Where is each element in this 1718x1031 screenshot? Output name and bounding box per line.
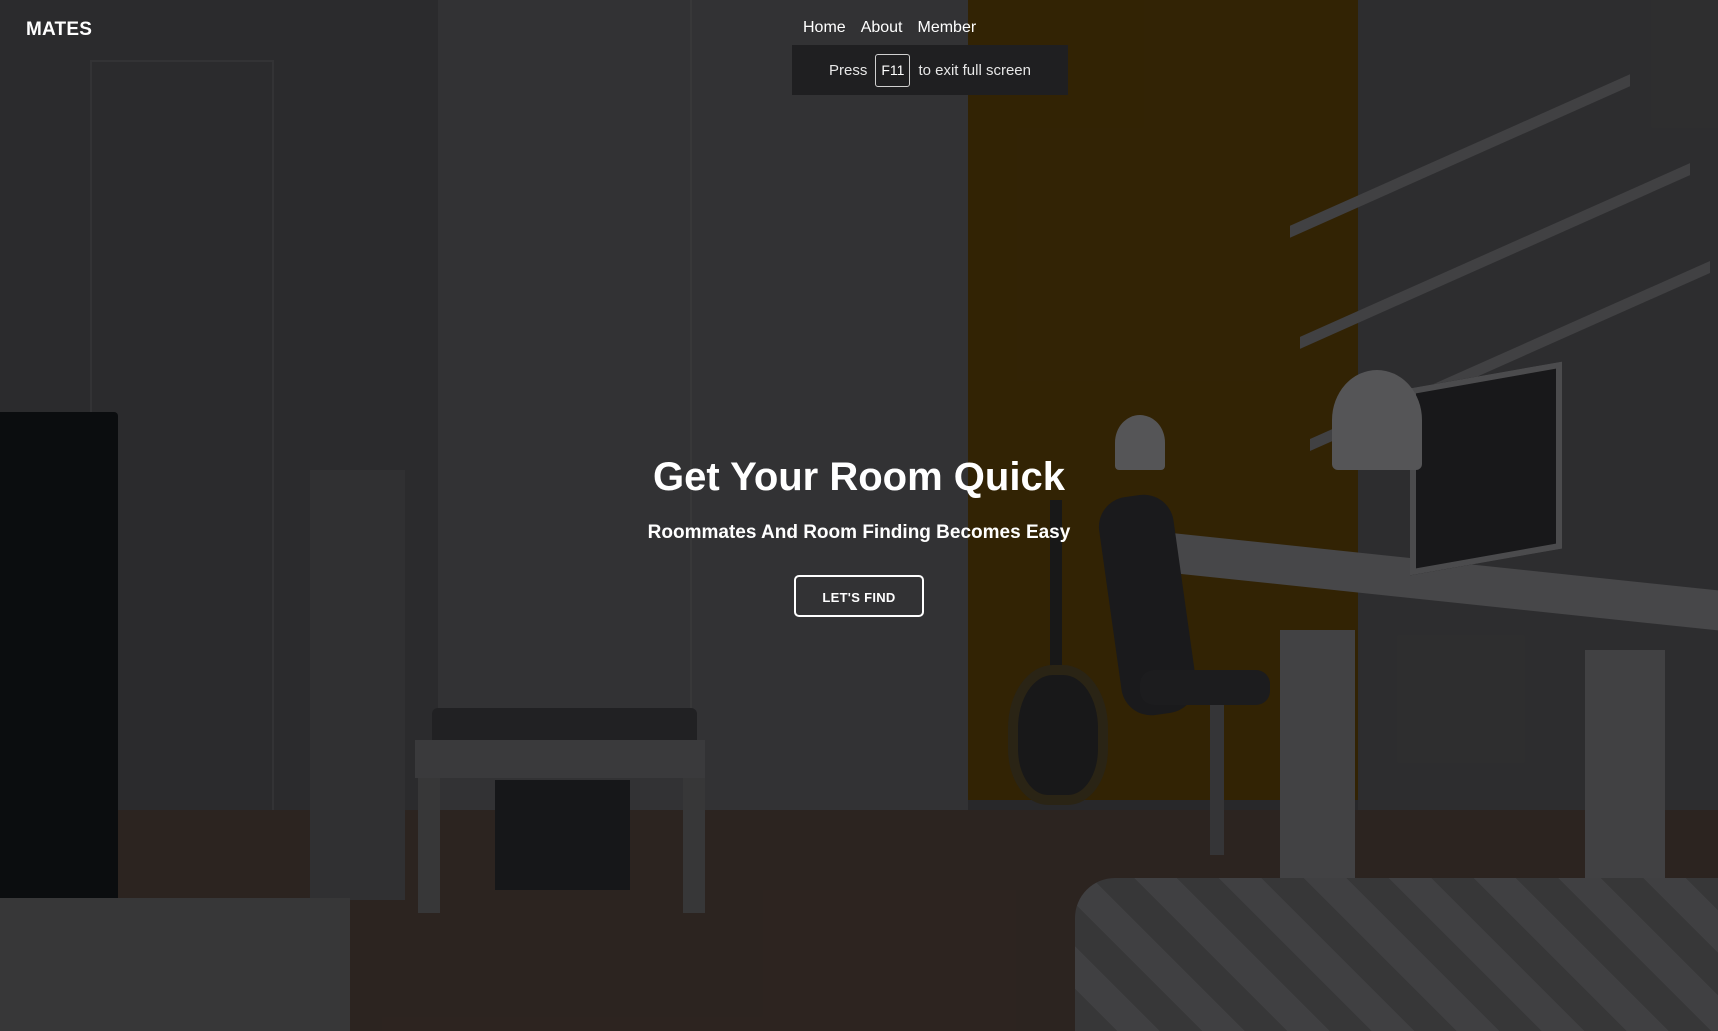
- fullscreen-hint-suffix: to exit full screen: [918, 61, 1031, 79]
- nav-member-link[interactable]: Member: [918, 19, 977, 37]
- nav-about-link[interactable]: About: [861, 19, 903, 37]
- fullscreen-hint-prefix: Press: [829, 61, 868, 79]
- hero-section: Get Your Room Quick Roommates And Room F…: [0, 450, 1718, 617]
- hero-content: Get Your Room Quick Roommates And Room F…: [0, 450, 1718, 617]
- fullscreen-hint: Press F11 to exit full screen: [792, 45, 1068, 95]
- brand-logo[interactable]: MATES: [26, 19, 92, 41]
- page: MATES Home About Member Press F11 to exi…: [0, 0, 1718, 1031]
- fullscreen-key: F11: [875, 53, 911, 87]
- main-nav: Home About Member: [803, 19, 976, 37]
- lets-find-button[interactable]: LET'S FIND: [794, 575, 924, 617]
- nav-home-link[interactable]: Home: [803, 19, 846, 37]
- hero-subtitle: Roommates And Room Finding Becomes Easy: [647, 522, 1071, 543]
- hero-title: Get Your Room Quick: [653, 455, 1065, 499]
